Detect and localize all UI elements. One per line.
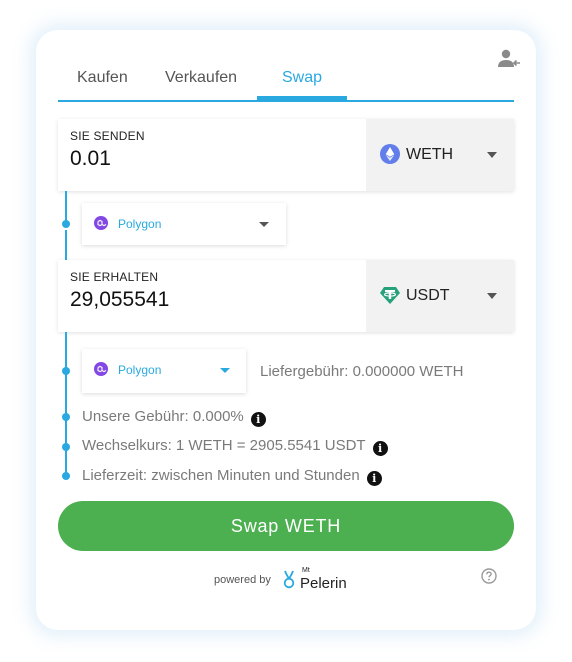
fee-text: Unsere Gebühr: 0.000% [82, 408, 244, 425]
info-icon[interactable]: i [372, 441, 388, 456]
chevron-down-icon [220, 368, 230, 373]
delivery-fee: Liefergebühr: 0.000000 WETH [260, 363, 464, 380]
fee-row: Unsere Gebühr: 0.000% i [82, 408, 266, 427]
info-icon[interactable]: i [366, 471, 382, 486]
flow-dot [62, 443, 70, 451]
rate-row: Wechselkurs: 1 WETH = 2905.5541 USDT i [82, 437, 388, 456]
chevron-down-icon [259, 222, 269, 227]
flow-line [65, 332, 67, 476]
send-token-select[interactable]: WETH [366, 119, 514, 191]
send-token-name: WETH [406, 146, 454, 163]
powered-by-text: powered by [214, 574, 271, 586]
flow-dot [62, 472, 70, 480]
delivery-time-text: Lieferzeit: zwischen Minuten und Stunden [82, 467, 360, 484]
flow-dot [62, 367, 70, 375]
chevron-down-icon [487, 152, 497, 158]
send-network-select[interactable]: Polygon [82, 203, 286, 245]
help-icon[interactable] [481, 568, 497, 584]
receive-token-name: USDT [406, 287, 450, 304]
send-panel: SIE SENDEN 0.01 WETH [58, 119, 514, 191]
send-amount-input[interactable]: 0.01 [70, 147, 111, 171]
receive-amount-value: 29,055541 [70, 288, 170, 311]
brand-small-text: Mt [302, 567, 310, 574]
tab-swap[interactable]: Swap [257, 66, 347, 100]
polygon-icon [94, 216, 108, 230]
send-label: SIE SENDEN [70, 129, 145, 143]
tab-bar: Kaufen Verkaufen Swap [58, 66, 514, 102]
receive-label: SIE ERHALTEN [70, 270, 159, 284]
flow-line [65, 230, 67, 260]
brand-text: Pelerin [300, 575, 347, 592]
delivery-time-row: Lieferzeit: zwischen Minuten und Stunden… [82, 467, 382, 486]
tab-kaufen[interactable]: Kaufen [77, 66, 128, 100]
send-network-name: Polygon [118, 217, 162, 231]
receive-token-select[interactable]: USDT [366, 260, 514, 332]
ethereum-icon [380, 144, 400, 164]
widget-card: Kaufen Verkaufen Swap SIE SENDEN 0.01 WE… [36, 30, 536, 630]
rate-text: Wechselkurs: 1 WETH = 2905.5541 USDT [82, 437, 366, 454]
swap-button[interactable]: Swap WETH [58, 501, 514, 551]
tether-icon [380, 287, 400, 304]
mt-pelerin-logo [283, 570, 295, 589]
chevron-down-icon [487, 293, 497, 299]
receive-panel: SIE ERHALTEN 29,055541 USDT [58, 260, 514, 332]
flow-line [65, 191, 67, 222]
flow-dot [62, 220, 70, 228]
polygon-icon [94, 362, 108, 376]
tab-verkaufen[interactable]: Verkaufen [165, 66, 237, 100]
flow-dot [62, 413, 70, 421]
receive-network-select[interactable]: Polygon [82, 349, 246, 393]
receive-network-name: Polygon [118, 363, 162, 377]
info-icon[interactable]: i [250, 412, 266, 427]
